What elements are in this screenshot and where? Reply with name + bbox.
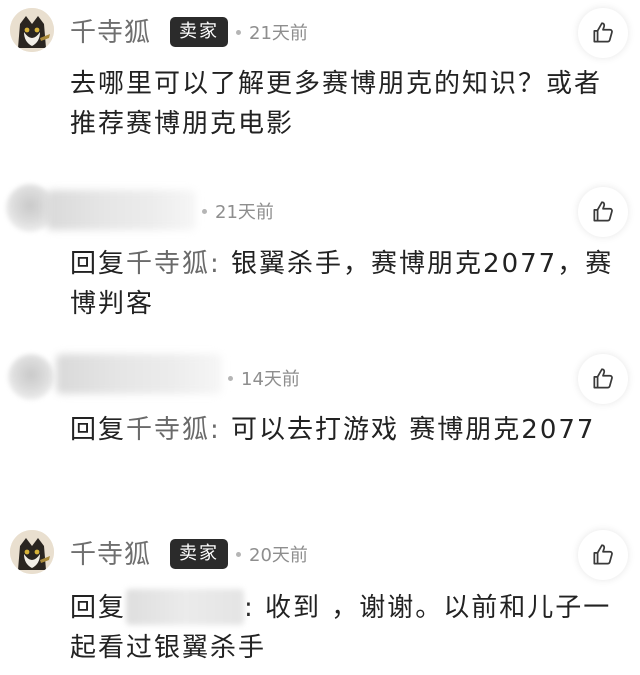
comment-text: 回复千寺狐: 银翼杀手，赛博朋克2077，赛博判客 (70, 244, 615, 324)
comment-text: 去哪里可以了解更多赛博朋克的知识？或者推荐赛博朋克电影 (70, 69, 603, 139)
like-button[interactable] (578, 187, 628, 237)
thumbs-up-icon (593, 22, 613, 43)
like-button[interactable] (578, 8, 628, 58)
author-name[interactable]: 千寺狐 (70, 18, 151, 48)
avatar[interactable] (10, 8, 54, 52)
comment-time: 20天前 (236, 544, 308, 568)
comment-item: 14天前 回复千寺狐: 可以去打游戏 赛博朋克2077 (0, 340, 640, 510)
thumbs-up-icon (593, 201, 613, 222)
time-text: 21天前 (249, 23, 308, 44)
author-name[interactable] (46, 190, 196, 230)
separator-dot (228, 375, 233, 381)
cat-avatar-icon (10, 530, 54, 574)
reply-label: 回复 (70, 593, 127, 623)
separator-dot (236, 29, 241, 35)
time-text: 14天前 (241, 369, 300, 390)
seller-badge: 卖家 (170, 539, 228, 569)
author-name[interactable]: 千寺狐 (70, 540, 151, 570)
comment-time: 14天前 (228, 368, 300, 392)
comment-text: 回复: 收到 ，谢谢。以前和儿子一起看过银翼杀手 (70, 588, 615, 668)
comment-text: 回复千寺狐: 可以去打游戏 赛博朋克2077 (70, 410, 615, 450)
avatar[interactable] (10, 530, 54, 574)
author-name[interactable] (56, 354, 222, 394)
comment-item: 千寺狐 卖家 21天前 去哪里可以了解更多赛博朋克的知识？或者推荐赛博朋克电影 (0, 0, 640, 170)
comment-time: 21天前 (202, 201, 274, 225)
time-text: 20天前 (249, 545, 308, 566)
time-text: 21天前 (215, 202, 274, 223)
comment-time: 21天前 (236, 22, 308, 46)
like-button[interactable] (578, 530, 628, 580)
reply-text: 可以去打游戏 赛博朋克2077 (220, 415, 596, 445)
separator-dot (236, 551, 241, 557)
comment-item: 21天前 回复千寺狐: 银翼杀手，赛博朋克2077，赛博判客 (0, 170, 640, 340)
reply-label: 回复 (70, 249, 127, 279)
comment-item: 千寺狐 卖家 20天前 回复: 收到 ，谢谢。以前和儿子一起看过银翼杀手 (0, 510, 640, 675)
like-button[interactable] (578, 354, 628, 404)
seller-badge: 卖家 (170, 17, 228, 47)
mention-link[interactable]: 千寺狐: (126, 249, 221, 279)
cat-avatar-icon (10, 8, 54, 52)
thumbs-up-icon (593, 368, 613, 389)
separator-dot (202, 208, 207, 214)
redacted-mention (126, 588, 245, 625)
avatar[interactable] (8, 354, 54, 400)
reply-label: 回复 (70, 415, 127, 445)
thumbs-up-icon (593, 544, 613, 565)
mention-link[interactable]: 千寺狐: (126, 415, 221, 445)
